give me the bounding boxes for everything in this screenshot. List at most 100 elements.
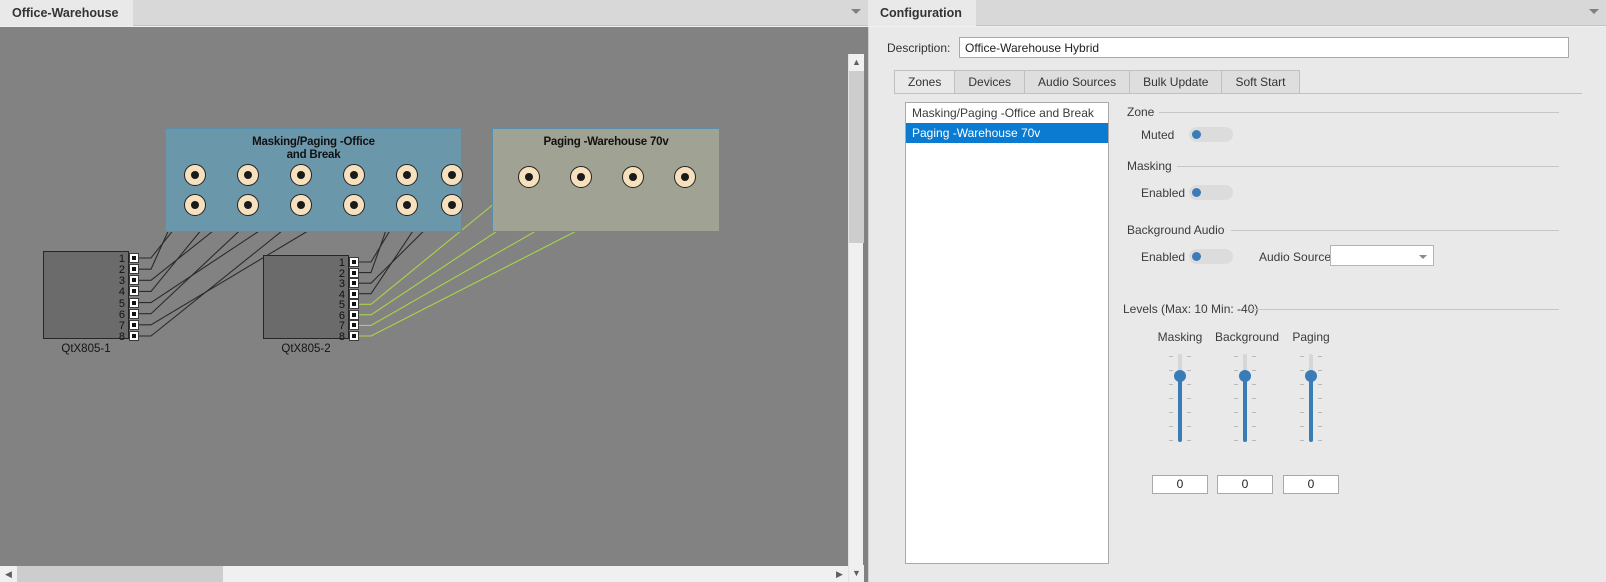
tab-soft-start[interactable]: Soft Start	[1221, 70, 1300, 94]
slider-knob[interactable]	[1174, 370, 1186, 382]
description-input[interactable]	[959, 37, 1569, 58]
speaker-icon[interactable]	[343, 194, 365, 216]
slider-tick	[1300, 356, 1304, 357]
speaker-icon[interactable]	[396, 194, 418, 216]
device-label: QtX805-1	[61, 343, 111, 355]
device-port-connector[interactable]	[349, 309, 359, 320]
background-enabled-toggle[interactable]	[1189, 249, 1233, 264]
slider-tick	[1187, 398, 1191, 399]
device-port-connector[interactable]	[349, 278, 359, 289]
slider-track-area[interactable]	[1281, 354, 1341, 442]
tab-devices[interactable]: Devices	[954, 70, 1026, 94]
zone-box[interactable]: Paging -Warehouse 70v	[492, 128, 720, 232]
slider-knob[interactable]	[1239, 370, 1251, 382]
device-port-connector[interactable]	[129, 319, 139, 330]
audio-source-dropdown[interactable]	[1330, 245, 1434, 266]
slider-tick	[1169, 356, 1173, 357]
slider-tick	[1234, 384, 1238, 385]
slider-value-input[interactable]: 0	[1152, 475, 1208, 494]
chevron-down-icon	[1419, 255, 1427, 259]
tab-label: Audio Sources	[1038, 75, 1117, 89]
slider-tick	[1318, 384, 1322, 385]
tab-zones[interactable]: Zones	[894, 70, 956, 94]
slider-tick	[1234, 356, 1238, 357]
slider-value-input[interactable]: 0	[1283, 475, 1339, 494]
speaker-icon[interactable]	[441, 194, 463, 216]
chevron-left-icon[interactable]: ◀	[0, 566, 17, 582]
chevron-up-icon[interactable]: ▲	[849, 54, 864, 71]
device-port-connector[interactable]	[129, 275, 139, 286]
slider-track-area[interactable]	[1150, 354, 1210, 442]
zone-list[interactable]: Masking/Paging -Office and Break Paging -…	[905, 102, 1109, 564]
device-port-number: 4	[118, 286, 125, 299]
speaker-icon[interactable]	[518, 166, 540, 188]
speaker-icon[interactable]	[290, 164, 312, 186]
slider-tick	[1187, 370, 1191, 371]
device-port-connector[interactable]	[129, 297, 139, 308]
speaker-icon[interactable]	[396, 164, 418, 186]
slider-tick	[1300, 398, 1304, 399]
speaker-icon[interactable]	[622, 166, 644, 188]
chevron-down-icon[interactable]	[1589, 9, 1599, 14]
chevron-right-icon[interactable]: ▶	[831, 566, 848, 582]
device-port-connector[interactable]	[129, 264, 139, 275]
speaker-icon[interactable]	[237, 164, 259, 186]
zone-list-item[interactable]: Masking/Paging -Office and Break	[906, 103, 1108, 123]
hscroll-thumb[interactable]	[17, 566, 223, 582]
tab-label: Bulk Update	[1143, 75, 1209, 89]
zone-box[interactable]: Masking/Paging -Office and Break	[165, 128, 463, 232]
vscroll-thumb[interactable]	[849, 71, 864, 243]
masking-enabled-label: Enabled	[1141, 186, 1186, 200]
speaker-icon[interactable]	[441, 164, 463, 186]
device-port-connector[interactable]	[349, 299, 359, 310]
device-port-connector[interactable]	[349, 331, 359, 341]
zone-title: Paging -Warehouse 70v	[543, 136, 669, 148]
device-port-connector[interactable]	[349, 267, 359, 278]
slider-knob[interactable]	[1305, 370, 1317, 382]
device-port-connector[interactable]	[349, 320, 359, 331]
right-tabstrip: Configuration	[868, 0, 1606, 26]
device-port-connector[interactable]	[129, 286, 139, 297]
device-port-connector[interactable]	[349, 257, 359, 267]
slider-tick	[1252, 384, 1256, 385]
tab-office-warehouse[interactable]: Office-Warehouse	[0, 0, 133, 26]
speaker-icon[interactable]	[290, 194, 312, 216]
chevron-down-icon[interactable]: ▼	[849, 565, 864, 582]
speaker-icon[interactable]	[184, 194, 206, 216]
canvas-vertical-scrollbar[interactable]: ▲ ▼	[848, 54, 864, 582]
left-tabstrip: Office-Warehouse	[0, 0, 868, 26]
device-port-connector[interactable]	[129, 308, 139, 319]
tab-label: Devices	[968, 75, 1012, 89]
device-port-number: 8	[338, 331, 345, 343]
device-port-connector[interactable]	[129, 253, 139, 263]
zone-list-item[interactable]: Paging -Warehouse 70v	[906, 123, 1108, 143]
slider-track-area[interactable]	[1215, 354, 1275, 442]
device-port-connector[interactable]	[129, 331, 139, 341]
canvas-horizontal-scrollbar[interactable]: ◀ ▶	[0, 566, 848, 582]
speaker-icon[interactable]	[184, 164, 206, 186]
slider-tick	[1169, 426, 1173, 427]
group-zone-rule	[1159, 112, 1559, 113]
tab-audio-sources[interactable]: Audio Sources	[1024, 70, 1131, 94]
muted-toggle[interactable]	[1189, 127, 1233, 142]
slider-tick	[1234, 370, 1238, 371]
speaker-icon[interactable]	[237, 194, 259, 216]
slider-tick	[1169, 370, 1173, 371]
tab-configuration[interactable]: Configuration	[868, 0, 976, 26]
slider-value-input[interactable]: 0	[1217, 475, 1273, 494]
tab-bulk-update[interactable]: Bulk Update	[1129, 70, 1223, 94]
zone-diagram-canvas[interactable]: Masking/Paging -Office and Break Paging -W…	[0, 27, 848, 555]
speaker-icon[interactable]	[570, 166, 592, 188]
speaker-icon[interactable]	[343, 164, 365, 186]
chevron-down-icon[interactable]	[851, 9, 861, 14]
slider-tick	[1234, 440, 1238, 441]
slider-tick	[1187, 356, 1191, 357]
device-port-connector[interactable]	[349, 288, 359, 299]
masking-enabled-toggle[interactable]	[1189, 185, 1233, 200]
toggle-knob	[1192, 252, 1201, 261]
speaker-icon[interactable]	[674, 166, 696, 188]
slider-tick	[1252, 412, 1256, 413]
slider-tick	[1169, 398, 1173, 399]
slider-tick	[1318, 440, 1322, 441]
group-background-audio-rule	[1231, 230, 1559, 231]
